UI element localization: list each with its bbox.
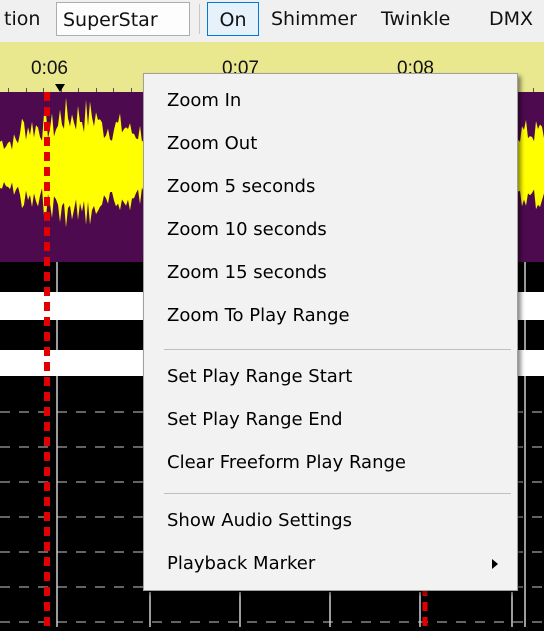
context-menu: Zoom In Zoom Out Zoom 5 seconds Zoom 10 … <box>143 73 518 591</box>
effect-button-on[interactable]: On <box>207 2 259 36</box>
effects-toolbar: tion SuperStar On Shimmer Twinkle DMX <box>0 0 544 42</box>
menu-item-zoom-out[interactable]: Zoom Out <box>145 122 516 165</box>
effect-button-superstar[interactable]: SuperStar <box>56 2 190 36</box>
menu-item-set-play-range-end[interactable]: Set Play Range End <box>145 398 516 441</box>
playback-position-icon <box>55 84 65 92</box>
effect-button-shimmer[interactable]: Shimmer <box>265 2 363 36</box>
menu-item-playback-marker[interactable]: Playback Marker <box>145 542 516 585</box>
effect-button-twinkle[interactable]: Twinkle <box>375 2 456 36</box>
menu-item-label: Playback Marker <box>167 553 316 574</box>
toolbar-separator <box>199 4 200 34</box>
menu-item-clear-freeform-play-range[interactable]: Clear Freeform Play Range <box>145 441 516 484</box>
menu-separator <box>164 493 511 494</box>
effect-button-partial[interactable]: tion <box>0 2 46 36</box>
menu-item-show-audio-settings[interactable]: Show Audio Settings <box>145 499 516 542</box>
time-label: 0:06 <box>31 58 68 79</box>
play-marker-line[interactable] <box>44 92 50 627</box>
submenu-arrow-icon <box>492 559 498 569</box>
menu-separator <box>164 349 511 350</box>
effect-button-dmx[interactable]: DMX <box>483 2 539 36</box>
menu-item-zoom-5-seconds[interactable]: Zoom 5 seconds <box>145 165 516 208</box>
menu-item-zoom-in[interactable]: Zoom In <box>145 79 516 122</box>
menu-item-set-play-range-start[interactable]: Set Play Range Start <box>145 355 516 398</box>
menu-item-zoom-15-seconds[interactable]: Zoom 15 seconds <box>145 251 516 294</box>
menu-item-zoom-10-seconds[interactable]: Zoom 10 seconds <box>145 208 516 251</box>
menu-item-zoom-to-play-range[interactable]: Zoom To Play Range <box>145 294 516 337</box>
